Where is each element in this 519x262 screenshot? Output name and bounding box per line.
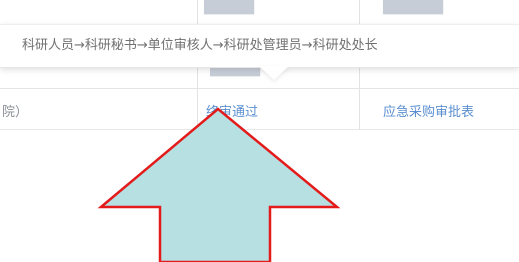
annotation-arrow-layer xyxy=(97,107,341,262)
up-arrow-icon xyxy=(97,107,341,262)
screenshot-stage: █████ ██████ █████ 院） 终审通过 应急采购审批表 科研人员→… xyxy=(0,0,519,262)
